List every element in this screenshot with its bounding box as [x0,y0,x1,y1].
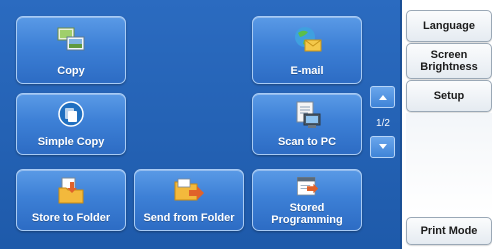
page-indicator: 1/2 [376,118,390,129]
simple-copy-icon [58,101,84,127]
email-icon [295,27,322,52]
stored-programming-button[interactable]: Stored Programming [252,169,362,231]
scan-to-pc-icon [296,101,321,128]
side-panel: Language Screen Brightness Setup Print M… [402,0,492,249]
store-to-folder-button[interactable]: Store to Folder [16,169,126,231]
page-down-button[interactable] [370,136,395,158]
screen-brightness-button[interactable]: Screen Brightness [406,43,492,79]
setup-label: Setup [433,90,465,102]
scan-to-pc-button[interactable]: Scan to PC [252,93,362,155]
send-from-folder-icon [174,178,204,201]
store-to-folder-label: Store to Folder [31,212,111,224]
simple-copy-label: Simple Copy [37,136,105,148]
copy-icon [57,27,85,51]
arrow-down-icon [378,144,387,149]
copy-button[interactable]: Copy [16,16,126,84]
screen-brightness-label: Screen Brightness [420,49,478,73]
services-panel: Copy E-mail Simple Copy Scan to PC Store… [0,0,402,249]
stored-programming-icon [297,177,319,196]
side-panel-spacer [406,113,492,213]
email-label: E-mail [290,65,324,77]
setup-button[interactable]: Setup [406,80,492,112]
email-button[interactable]: E-mail [252,16,362,84]
send-from-folder-button[interactable]: Send from Folder [134,169,244,231]
stored-programming-label: Stored Programming [271,202,343,226]
simple-copy-button[interactable]: Simple Copy [16,93,126,155]
scan-to-pc-label: Scan to PC [277,136,337,148]
print-mode-button[interactable]: Print Mode [406,217,492,245]
send-from-folder-label: Send from Folder [143,212,235,224]
page-up-button[interactable] [370,86,395,108]
language-button[interactable]: Language [406,10,492,42]
copy-label: Copy [57,65,85,77]
language-label: Language [423,20,475,32]
print-mode-label: Print Mode [420,225,478,237]
store-to-folder-icon [58,177,84,204]
page-navigator: 1/2 [368,86,398,158]
arrow-up-icon [378,95,387,100]
